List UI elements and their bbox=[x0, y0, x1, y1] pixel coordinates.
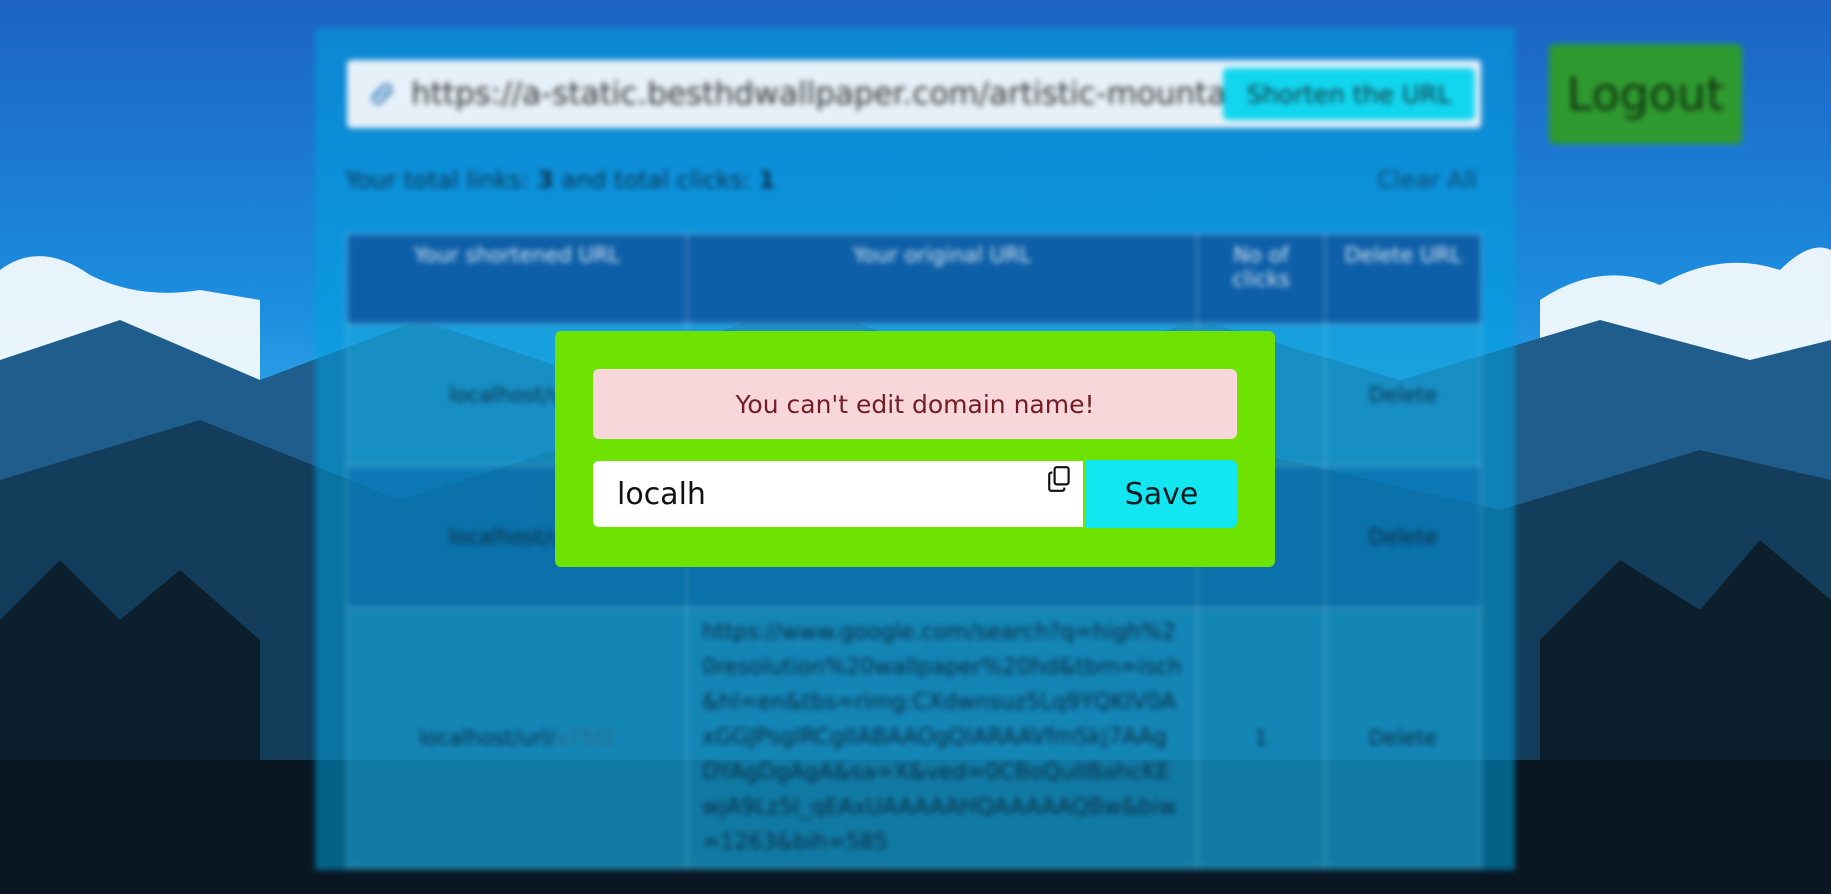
stats-links-count: 3 bbox=[537, 166, 554, 194]
header-delete: Delete URL bbox=[1324, 233, 1482, 325]
clear-all-button[interactable]: Clear All bbox=[1377, 166, 1477, 194]
stats-middle: and total clicks: bbox=[553, 166, 759, 194]
short-url-code[interactable]: a75f2 bbox=[555, 726, 615, 750]
url-input-bar[interactable]: https://a-static.besthdwallpaper.com/art… bbox=[347, 60, 1481, 128]
save-button[interactable]: Save bbox=[1086, 460, 1237, 528]
table-row: localhost/url/a75f2 https://www.google.c… bbox=[346, 607, 1482, 868]
link-stats: Your total links: 3 and total clicks: 1 bbox=[345, 166, 775, 194]
stats-prefix: Your total links: bbox=[345, 166, 538, 194]
link-icon bbox=[371, 83, 393, 105]
logout-button[interactable]: Logout bbox=[1549, 44, 1742, 144]
short-url-host[interactable]: localhost/url/ bbox=[419, 726, 555, 750]
table-header-row: Your shortened URL Your original URL No … bbox=[346, 233, 1482, 325]
original-url-cell: https://www.google.com/search?q=high%20r… bbox=[686, 607, 1198, 868]
delete-link[interactable]: Delete bbox=[1324, 323, 1482, 467]
stats-clicks-count: 1 bbox=[758, 166, 776, 194]
header-original-url: Your original URL bbox=[686, 233, 1198, 325]
edit-url-input[interactable] bbox=[593, 461, 1083, 527]
header-shortened-url: Your shortened URL bbox=[346, 233, 688, 325]
copy-icon[interactable] bbox=[1047, 465, 1073, 493]
delete-link[interactable]: Delete bbox=[1324, 607, 1482, 868]
edit-url-field[interactable] bbox=[593, 461, 1083, 527]
short-url-cell[interactable]: localhost/url/a75f2 bbox=[346, 607, 688, 868]
header-clicks: No of clicks bbox=[1196, 233, 1326, 325]
shorten-url-button[interactable]: Shorten the URL bbox=[1223, 68, 1475, 120]
error-alert: You can't edit domain name! bbox=[593, 369, 1237, 439]
clicks-cell: 1 bbox=[1196, 607, 1326, 868]
edit-url-modal: You can't edit domain name! Save bbox=[555, 331, 1275, 567]
delete-link[interactable]: Delete bbox=[1324, 465, 1482, 609]
